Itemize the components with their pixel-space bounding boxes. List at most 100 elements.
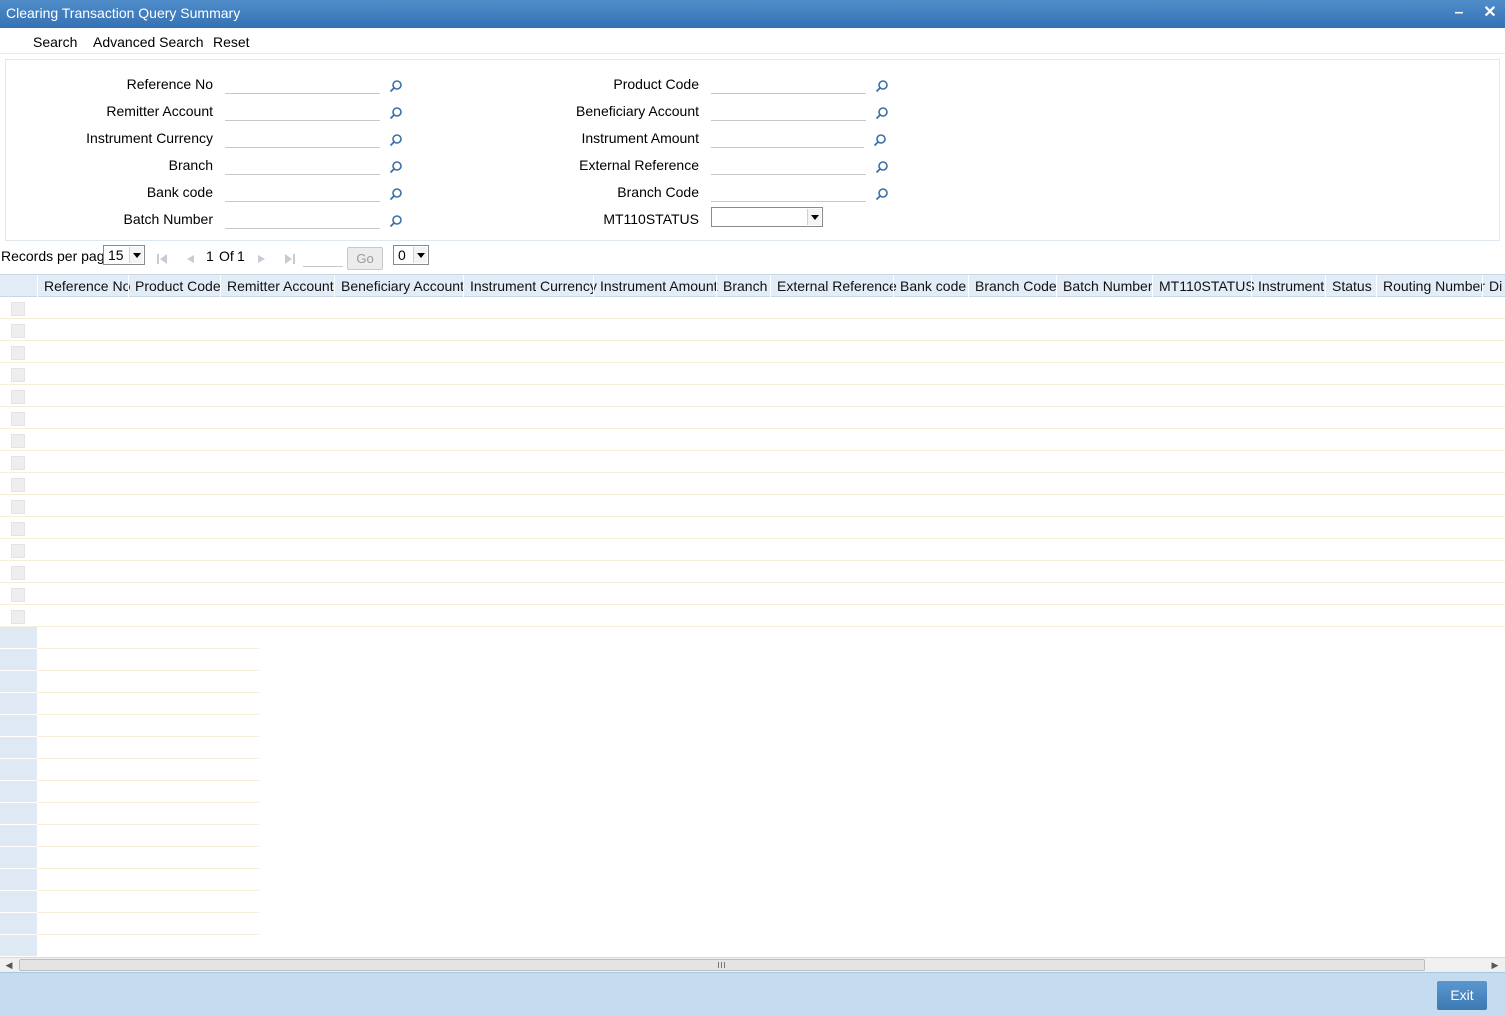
grid-header: Reference No Product Code Remitter Accou… — [0, 274, 1505, 297]
column-header[interactable]: Di — [1489, 278, 1502, 294]
row-checkbox[interactable] — [11, 500, 25, 514]
scrollbar-thumb[interactable] — [19, 959, 1425, 971]
search-icon[interactable] — [389, 187, 403, 201]
table-row[interactable] — [0, 495, 1505, 517]
chevron-down-icon[interactable] — [413, 247, 427, 263]
external-reference-input[interactable] — [711, 157, 866, 175]
table-row[interactable] — [0, 407, 1505, 429]
table-row[interactable] — [0, 297, 1505, 319]
records-per-page-label: Records per page — [1, 248, 113, 264]
search-icon[interactable] — [873, 133, 887, 147]
column-header[interactable]: Batch Number — [1063, 278, 1152, 294]
reset-button[interactable]: Reset — [213, 34, 250, 50]
search-icon[interactable] — [389, 79, 403, 93]
go-button[interactable]: Go — [347, 247, 383, 270]
column-header[interactable]: Instrument Currency — [470, 278, 597, 294]
remitter-account-input[interactable] — [225, 103, 380, 121]
branch-input[interactable] — [225, 157, 380, 175]
column-header[interactable]: Instrument — [1258, 278, 1324, 294]
column-header[interactable]: Routing Number — [1383, 278, 1485, 294]
records-per-page-select[interactable]: 15 — [103, 245, 145, 265]
chevron-down-icon[interactable] — [129, 247, 143, 263]
horizontal-scrollbar[interactable]: ◀ ▶ — [0, 957, 1505, 972]
row-checkbox[interactable] — [11, 478, 25, 492]
search-icon[interactable] — [875, 79, 889, 93]
row-checkbox[interactable] — [11, 544, 25, 558]
table-row[interactable] — [0, 605, 1505, 627]
scroll-right-icon[interactable]: ▶ — [1489, 960, 1501, 971]
mt110status-select[interactable] — [711, 207, 823, 227]
table-row[interactable] — [0, 451, 1505, 473]
reference-no-input[interactable] — [225, 76, 380, 94]
column-header[interactable]: Remitter Account — [227, 278, 334, 294]
column-header[interactable]: Branch Code — [975, 278, 1057, 294]
batch-number-label: Batch Number — [123, 211, 213, 227]
toolbar: Search Advanced Search Reset — [0, 28, 1505, 54]
instrument-currency-input[interactable] — [225, 130, 380, 148]
product-code-input[interactable] — [711, 76, 866, 94]
last-page-icon[interactable] — [284, 252, 296, 264]
column-header[interactable]: Instrument Amount — [600, 278, 718, 294]
close-icon[interactable]: ✕ — [1481, 4, 1499, 22]
table-row[interactable] — [0, 385, 1505, 407]
beneficiary-account-input[interactable] — [711, 103, 866, 121]
minimize-icon[interactable]: – — [1450, 4, 1468, 22]
row-checkbox[interactable] — [11, 434, 25, 448]
bank-code-input[interactable] — [225, 184, 380, 202]
table-row[interactable] — [0, 363, 1505, 385]
search-icon[interactable] — [389, 106, 403, 120]
table-row[interactable] — [0, 583, 1505, 605]
search-icon[interactable] — [875, 106, 889, 120]
scroll-left-icon[interactable]: ◀ — [3, 960, 15, 971]
row-checkbox[interactable] — [11, 412, 25, 426]
table-row[interactable] — [0, 561, 1505, 583]
row-checkbox[interactable] — [11, 390, 25, 404]
column-header[interactable]: Branch — [723, 278, 767, 294]
search-icon[interactable] — [875, 187, 889, 201]
first-page-icon[interactable] — [156, 252, 168, 264]
search-button[interactable]: Search — [33, 34, 77, 50]
row-checkbox[interactable] — [11, 522, 25, 536]
records-per-page-value: 15 — [108, 247, 124, 263]
advanced-search-button[interactable]: Advanced Search — [93, 34, 204, 50]
column-header[interactable]: External Reference — [777, 278, 897, 294]
row-checkbox[interactable] — [11, 368, 25, 382]
search-icon[interactable] — [389, 214, 403, 228]
window-titlebar: Clearing Transaction Query Summary – ✕ — [0, 0, 1505, 28]
column-header[interactable]: Beneficiary Account — [341, 278, 464, 294]
column-header[interactable]: Bank code — [900, 278, 966, 294]
row-checkbox[interactable] — [11, 302, 25, 316]
table-row[interactable] — [0, 517, 1505, 539]
search-icon[interactable] — [875, 160, 889, 174]
row-checkbox[interactable] — [11, 610, 25, 624]
row-checkbox[interactable] — [11, 566, 25, 580]
chevron-down-icon[interactable] — [807, 209, 821, 225]
batch-number-input[interactable] — [225, 211, 380, 229]
row-checkbox[interactable] — [11, 346, 25, 360]
instrument-amount-input[interactable] — [711, 130, 864, 148]
page-number-input[interactable] — [303, 249, 343, 267]
branch-code-input[interactable] — [711, 184, 866, 202]
page-select[interactable]: 0 — [393, 245, 429, 265]
column-header[interactable]: Product Code — [135, 278, 221, 294]
exit-button[interactable]: Exit — [1437, 981, 1487, 1010]
row-checkbox[interactable] — [11, 588, 25, 602]
filler-row — [0, 803, 260, 825]
next-page-icon[interactable] — [256, 252, 268, 264]
table-row[interactable] — [0, 539, 1505, 561]
search-icon[interactable] — [389, 133, 403, 147]
table-row[interactable] — [0, 429, 1505, 451]
results-grid: Reference No Product Code Remitter Accou… — [0, 274, 1505, 956]
table-row[interactable] — [0, 319, 1505, 341]
row-checkbox[interactable] — [11, 324, 25, 338]
instrument-amount-label: Instrument Amount — [581, 130, 699, 146]
column-header[interactable]: Reference No — [44, 278, 130, 294]
row-checkbox[interactable] — [11, 456, 25, 470]
search-icon[interactable] — [389, 160, 403, 174]
column-header[interactable]: MT110STATUS — [1159, 278, 1255, 294]
previous-page-icon[interactable] — [184, 252, 196, 264]
filler-row — [0, 781, 260, 803]
column-header[interactable]: Status — [1332, 278, 1372, 294]
table-row[interactable] — [0, 473, 1505, 495]
table-row[interactable] — [0, 341, 1505, 363]
